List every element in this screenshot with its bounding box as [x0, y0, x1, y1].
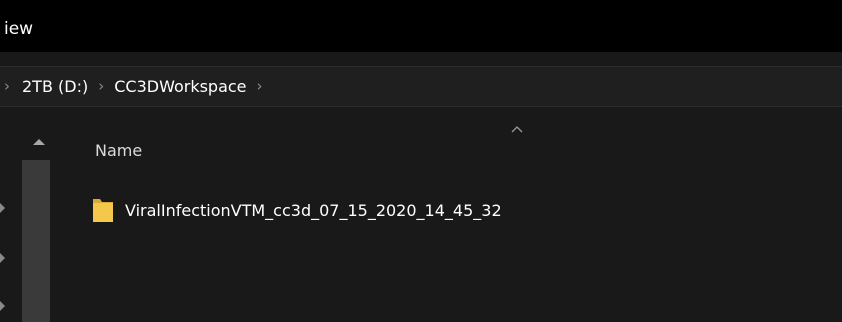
file-name: ViralInfectionVTM_cc3d_07_15_2020_14_45_…: [125, 200, 502, 220]
folder-icon: [93, 199, 113, 222]
sort-ascending-icon: [511, 125, 523, 133]
chevron-right-icon[interactable]: ›: [4, 77, 10, 95]
file-explorer-window: iew › 2TB (D:) › CC3DWorkspace › Name Vi…: [0, 0, 842, 322]
name-column-header[interactable]: Name: [95, 141, 142, 160]
address-bar[interactable]: › 2TB (D:) › CC3DWorkspace ›: [0, 66, 842, 107]
nav-pane-scrollbar-thumb[interactable]: [22, 160, 50, 322]
expand-arrow-icon[interactable]: [0, 203, 5, 213]
navigation-pane: [0, 123, 62, 322]
breadcrumb-item-workspace[interactable]: CC3DWorkspace: [114, 75, 246, 98]
scroll-up-arrow-icon[interactable]: [33, 139, 45, 145]
list-item[interactable]: ViralInfectionVTM_cc3d_07_15_2020_14_45_…: [92, 193, 502, 227]
expand-arrow-icon[interactable]: [0, 253, 5, 263]
file-list-pane: Name ViralInfectionVTM_cc3d_07_15_2020_1…: [62, 123, 842, 322]
breadcrumb-item-drive[interactable]: 2TB (D:): [22, 75, 88, 98]
chevron-right-icon[interactable]: ›: [257, 77, 263, 95]
chevron-right-icon[interactable]: ›: [98, 77, 104, 95]
expand-arrow-icon[interactable]: [0, 301, 5, 311]
view-menu-tab[interactable]: iew: [4, 19, 33, 39]
address-bar-area: › 2TB (D:) › CC3DWorkspace ›: [0, 52, 842, 123]
ribbon-menu-bar: iew: [0, 0, 842, 52]
breadcrumb: › 2TB (D:) › CC3DWorkspace ›: [0, 67, 273, 106]
